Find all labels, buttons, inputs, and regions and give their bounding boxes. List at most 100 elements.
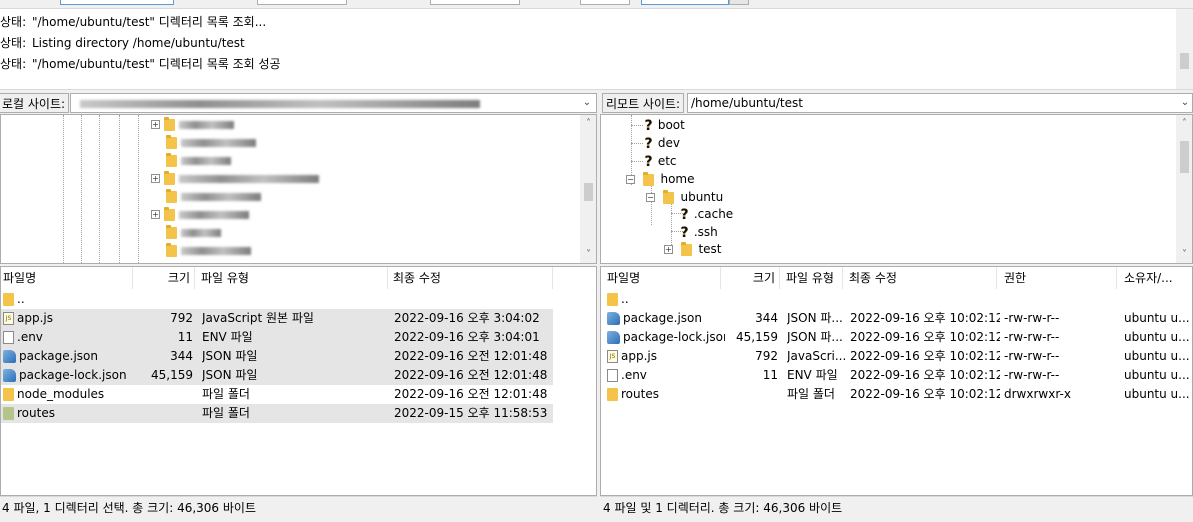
sort-indicator-icon: ˅ xyxy=(466,266,470,273)
chevron-down-icon[interactable]: ⌄ xyxy=(1177,93,1193,113)
expand-icon[interactable]: + xyxy=(151,174,160,183)
scroll-thumb[interactable] xyxy=(1180,141,1189,173)
file-modified: 2022-09-16 오후 10:02:12 xyxy=(850,387,1000,401)
column-header-modified[interactable]: 최종 수정 xyxy=(388,267,553,289)
tree-label: dev xyxy=(657,136,680,150)
column-header-modified[interactable]: 최종 수정 xyxy=(843,267,997,289)
host-input[interactable] xyxy=(60,0,174,5)
table-row[interactable]: package.json 344 JSON 파... 2022-09-16 오후 10… xyxy=(601,309,1192,328)
column-header-size[interactable]: 크기 xyxy=(721,267,780,289)
column-header-type[interactable]: 파일 유형 xyxy=(195,267,388,289)
column-header-name[interactable]: 파일명 xyxy=(601,267,721,289)
table-row[interactable]: package-lock.json 45,159 JSON 파... 2022-09-… xyxy=(601,328,1192,347)
local-site-combo[interactable] xyxy=(70,93,597,113)
file-modified: 2022-09-16 오후 10:02:12 xyxy=(850,349,1000,363)
tree-item-ubuntu[interactable]: − ubuntu xyxy=(646,188,723,206)
scroll-up-icon[interactable]: ˄ xyxy=(580,115,596,132)
tree-item[interactable]: + xyxy=(151,169,319,187)
file-type: JavaScript 원본 파일 xyxy=(202,311,314,325)
tree-item[interactable] xyxy=(151,187,261,205)
collapse-icon[interactable]: − xyxy=(646,193,655,202)
file-name-cell: .. xyxy=(607,290,725,309)
file-modified xyxy=(850,290,1000,309)
scroll-down-icon[interactable]: ˅ xyxy=(1176,246,1192,263)
log-label: 상태: xyxy=(0,36,27,50)
table-row[interactable]: JS app.js 792 JavaScri... 2022-09-16 오후 10:0… xyxy=(601,347,1192,366)
tree-item-etc[interactable]: ? etc xyxy=(643,152,677,170)
tree-item-dev[interactable]: ? dev xyxy=(643,134,680,152)
expand-icon[interactable]: + xyxy=(151,210,160,219)
tree-item[interactable] xyxy=(151,151,231,169)
tree-item[interactable]: + xyxy=(151,115,234,133)
tree-item-cache[interactable]: ? .cache xyxy=(679,205,733,223)
column-header-owner[interactable]: 소유자/... xyxy=(1117,267,1192,289)
scroll-up-icon[interactable]: ˄ xyxy=(1176,115,1192,132)
column-header-name[interactable]: 파일명 xyxy=(1,267,133,289)
tree-label: ubuntu xyxy=(680,190,724,204)
log-line: 상태: "/home/ubuntu/test" 디렉터리 목록 조회 성공 xyxy=(0,54,281,74)
column-header-type[interactable]: 파일 유형 xyxy=(780,267,843,289)
table-row[interactable]: package-lock.json 45,159 JSON 파일 2022-09-16… xyxy=(1,366,553,385)
file-size: 344 xyxy=(755,311,778,325)
username-input[interactable] xyxy=(257,0,347,5)
tree-item-test[interactable]: + test xyxy=(664,240,722,258)
file-modified: 2022-09-16 오후 10:02:12 xyxy=(850,368,1000,382)
table-row[interactable]: routes 파일 폴더 2022-09-15 오후 11:58:53 xyxy=(1,404,553,423)
tree-item[interactable] xyxy=(151,241,251,259)
remote-site-combo[interactable]: /home/ubuntu/test xyxy=(687,93,1193,113)
file-name: .env xyxy=(621,368,647,382)
file-owner: ubuntu u... xyxy=(1124,368,1190,382)
folder-icon xyxy=(662,189,674,204)
file-name-cell: .env xyxy=(607,366,725,385)
redacted-path xyxy=(80,99,480,108)
file-name: package.json xyxy=(623,311,703,325)
tree-item-home[interactable]: − home xyxy=(626,170,695,188)
table-row[interactable]: .. xyxy=(601,290,1192,309)
chevron-down-icon[interactable]: ⌄ xyxy=(579,93,595,113)
local-file-list: 파일명 크기 파일 유형 최종 수정 ˅ .. JS app.js 792 JavaSc… xyxy=(0,266,597,496)
table-row[interactable]: node_modules 파일 폴더 2022-09-16 오전 12:01:48 xyxy=(1,385,596,404)
tree-label: etc xyxy=(657,154,677,168)
file-size: 344 xyxy=(170,349,193,363)
tree-item[interactable] xyxy=(151,133,256,151)
table-row[interactable]: .env 11 ENV 파일 2022-09-16 오후 10:02:12 -rw-rw… xyxy=(601,366,1192,385)
column-header-size[interactable]: 크기 xyxy=(133,267,195,289)
scroll-thumb[interactable] xyxy=(584,183,593,201)
file-name: .env xyxy=(17,330,43,344)
tree-item[interactable] xyxy=(151,223,221,241)
table-row[interactable]: .env 11 ENV 파일 2022-09-16 오후 3:04:01 xyxy=(1,328,553,347)
folder-icon xyxy=(165,134,177,149)
file-name-cell: routes xyxy=(607,385,725,404)
log-text: Listing directory /home/ubuntu/test xyxy=(31,36,245,50)
file-type: 파일 폴더 xyxy=(787,387,835,401)
json-file-icon xyxy=(607,312,620,325)
port-input[interactable] xyxy=(580,0,630,5)
scroll-down-icon[interactable]: ˅ xyxy=(580,246,596,263)
collapse-icon[interactable]: − xyxy=(626,175,635,184)
quickconnect-dropdown[interactable] xyxy=(729,0,749,5)
remote-status-bar: 4 파일 및 1 디렉터리. 총 크기: 46,306 바이트 xyxy=(600,496,1193,518)
tree-item-ssh[interactable]: ? .ssh xyxy=(679,223,717,241)
table-row[interactable]: JS app.js 792 JavaScript 원본 파일 2022-09-16 오후… xyxy=(1,309,553,328)
table-row[interactable]: routes 파일 폴더 2022-09-16 오후 10:02:12 drwxrwx… xyxy=(601,385,1192,404)
file-size: 792 xyxy=(755,349,778,363)
table-row[interactable]: package.json 344 JSON 파일 2022-09-16 오전 12:0… xyxy=(1,347,553,366)
column-header-permissions[interactable]: 권한 xyxy=(997,267,1117,289)
file-owner: ubuntu u... xyxy=(1124,330,1190,344)
js-file-icon: JS xyxy=(3,312,14,325)
file-permissions: -rw-rw-r-- xyxy=(1004,349,1060,363)
password-input[interactable] xyxy=(430,0,520,5)
expand-icon[interactable]: + xyxy=(664,245,673,254)
local-tree-scrollbar[interactable]: ˄ ˅ xyxy=(580,115,596,263)
file-icon xyxy=(607,369,618,382)
quickconnect-button[interactable] xyxy=(641,0,729,5)
remote-tree-scrollbar[interactable]: ˄ ˅ xyxy=(1176,115,1192,263)
tree-item-boot[interactable]: ? boot xyxy=(643,116,684,134)
scroll-thumb[interactable] xyxy=(1180,53,1189,69)
expand-icon[interactable]: + xyxy=(151,120,160,129)
table-row[interactable]: .. xyxy=(1,290,596,309)
file-type: JSON 파... xyxy=(787,330,843,344)
folder-icon xyxy=(163,206,175,221)
log-scrollbar[interactable] xyxy=(1176,9,1193,89)
tree-item[interactable]: + xyxy=(151,205,249,223)
